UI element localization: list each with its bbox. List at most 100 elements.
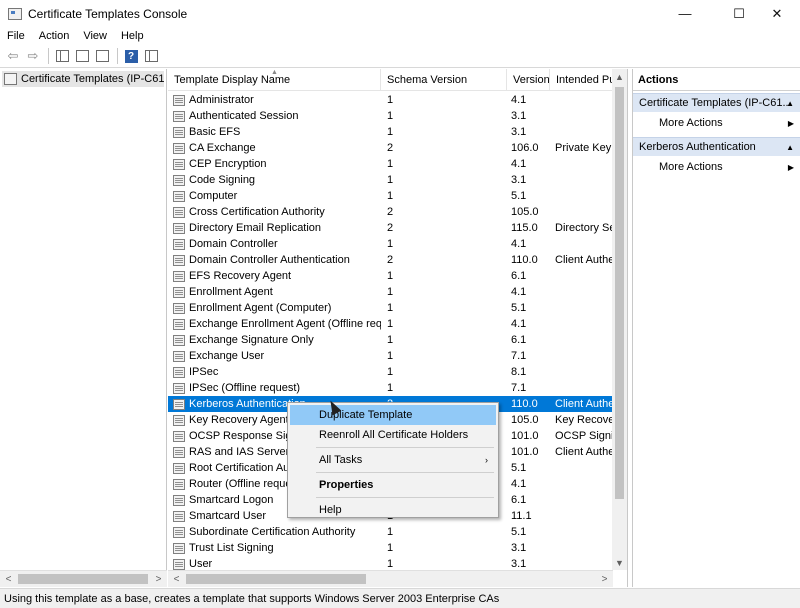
section-label: Kerberos Authentication — [639, 141, 756, 153]
table-row[interactable]: Authenticated Session 1 3.1 — [168, 108, 613, 124]
cell-version: 5.1 — [511, 302, 527, 314]
action-more-actions[interactable]: More Actions ▶ — [633, 156, 800, 179]
table-row[interactable]: Subordinate Certification Authority 1 5.1 — [168, 524, 613, 540]
cell-name: Cross Certification Authority — [168, 204, 381, 220]
cell-name: CA Exchange — [168, 140, 381, 156]
cell-intended-purpose — [550, 508, 613, 524]
cell-intended-purpose — [550, 348, 613, 364]
scroll-up-icon[interactable]: ▲ — [612, 69, 627, 84]
cell-version: 105.0 — [511, 206, 539, 218]
scroll-thumb[interactable] — [186, 574, 366, 584]
table-row[interactable]: IPSec (Offline request) 1 7.1 — [168, 380, 613, 396]
certificate-template-icon — [173, 510, 185, 522]
cell-intended-purpose — [550, 316, 613, 332]
menu-view[interactable]: View — [76, 30, 114, 42]
minimize-button[interactable]: — — [662, 0, 708, 27]
show-hide-action-pane-icon[interactable] — [142, 47, 160, 65]
cell-schema-version: 2 — [387, 222, 394, 234]
help-icon[interactable]: ? — [122, 47, 140, 65]
table-row[interactable]: Exchange Enrollment Agent (Offline requ.… — [168, 316, 613, 332]
cell-intended-purpose: OCSP Signin — [555, 430, 613, 442]
table-row[interactable]: Cross Certification Authority 2 105.0 — [168, 204, 613, 220]
forward-arrow-icon[interactable]: ⇨ — [24, 47, 42, 65]
certificate-template-icon — [173, 126, 185, 138]
menu-file[interactable]: File — [0, 30, 32, 42]
scroll-right-icon[interactable]: > — [151, 572, 166, 587]
close-button[interactable]: ✕ — [754, 0, 800, 27]
template-name: Administrator — [189, 94, 254, 106]
menu-action[interactable]: Action — [32, 30, 77, 42]
table-row[interactable]: EFS Recovery Agent 1 6.1 — [168, 268, 613, 284]
action-more-actions[interactable]: More Actions ▶ — [633, 112, 800, 135]
template-name: Trust List Signing — [189, 542, 274, 554]
menu-help[interactable]: Help — [114, 30, 151, 42]
cell-intended-purpose: Key Recovery — [555, 414, 613, 426]
scroll-thumb[interactable] — [18, 574, 148, 584]
actions-section-kerberos-authentication[interactable]: Kerberos Authentication ▲ — [633, 137, 800, 156]
table-row[interactable]: IPSec 1 8.1 — [168, 364, 613, 380]
menu-item-label: Properties — [319, 479, 374, 491]
table-row[interactable]: Trust List Signing 1 3.1 — [168, 540, 613, 556]
cell-version: 5.1 — [511, 526, 527, 538]
scroll-left-icon[interactable]: < — [169, 572, 184, 587]
column-header-schema[interactable]: Schema Version — [381, 69, 507, 91]
context-menu: Duplicate Template Reenroll All Certifica… — [287, 402, 499, 518]
template-name: Domain Controller — [189, 238, 278, 250]
cell-schema-version: 1 — [387, 526, 394, 538]
table-row[interactable]: Basic EFS 1 3.1 — [168, 124, 613, 140]
scroll-thumb[interactable] — [615, 87, 624, 499]
context-menu-item-reenroll-all-certificate-holders[interactable]: Reenroll All Certificate Holders — [290, 425, 496, 445]
table-row[interactable]: Directory Email Replication 2 115.0 Directo… — [168, 220, 613, 236]
cell-version: 101.0 — [511, 446, 539, 458]
actions-section-certificate-templates[interactable]: Certificate Templates (IP-C61... ▲ — [633, 93, 800, 112]
cell-intended-purpose — [550, 92, 613, 108]
properties-icon[interactable] — [73, 47, 91, 65]
scroll-left-icon[interactable]: < — [1, 572, 16, 587]
table-row[interactable]: Administrator 1 4.1 — [168, 92, 613, 108]
certificate-template-icon — [173, 382, 185, 394]
table-row[interactable]: Enrollment Agent (Computer) 1 5.1 — [168, 300, 613, 316]
certificate-template-icon — [173, 478, 185, 490]
certificate-templates-icon — [4, 73, 17, 85]
column-header-version[interactable]: Version — [507, 69, 550, 91]
cell-schema-version: 1 — [387, 126, 394, 138]
template-name: Authenticated Session — [189, 110, 299, 122]
table-row[interactable]: Code Signing 1 3.1 — [168, 172, 613, 188]
collapse-caret-icon[interactable]: ▲ — [786, 94, 794, 112]
tree-horizontal-scrollbar[interactable]: < > — [0, 570, 167, 587]
table-row[interactable]: CA Exchange 2 106.0 Private Key A — [168, 140, 613, 156]
list-horizontal-scrollbar[interactable]: < > — [168, 570, 613, 587]
context-menu-item-all-tasks[interactable]: All Tasks › — [290, 450, 496, 470]
cell-version: 3.1 — [511, 174, 527, 186]
column-header-purpose[interactable]: Intended Pur — [550, 69, 613, 91]
template-name: Domain Controller Authentication — [189, 254, 350, 266]
context-menu-item-help[interactable]: Help — [290, 500, 496, 520]
template-name: Enrollment Agent — [189, 286, 273, 298]
table-row[interactable]: Computer 1 5.1 — [168, 188, 613, 204]
table-row[interactable]: Domain Controller 1 4.1 — [168, 236, 613, 252]
list-vertical-scrollbar[interactable]: ▲ ▼ — [612, 69, 627, 570]
table-row[interactable]: Exchange User 1 7.1 — [168, 348, 613, 364]
menu-separator — [316, 497, 494, 498]
context-menu-item-properties[interactable]: Properties — [290, 475, 496, 495]
show-hide-console-tree-icon[interactable] — [53, 47, 71, 65]
table-row[interactable]: CEP Encryption 1 4.1 — [168, 156, 613, 172]
cell-version: 4.1 — [511, 238, 527, 250]
certificate-template-icon — [173, 526, 185, 538]
cell-name: Exchange Enrollment Agent (Offline requ.… — [168, 316, 381, 332]
export-list-icon[interactable] — [93, 47, 111, 65]
menu-bar: File Action View Help — [0, 27, 800, 45]
tree-item-certificate-templates[interactable]: Certificate Templates (IP-C61 — [2, 71, 164, 87]
back-arrow-icon[interactable]: ⇦ — [4, 47, 22, 65]
certificate-template-icon — [173, 558, 185, 570]
table-row[interactable]: Enrollment Agent 1 4.1 — [168, 284, 613, 300]
table-row[interactable]: Exchange Signature Only 1 6.1 — [168, 332, 613, 348]
toolbar-separator — [48, 48, 49, 64]
scroll-right-icon[interactable]: > — [597, 572, 612, 587]
cell-intended-purpose — [550, 108, 613, 124]
template-name: Enrollment Agent (Computer) — [189, 302, 332, 314]
context-menu-item-duplicate-template[interactable]: Duplicate Template — [290, 405, 496, 425]
table-row[interactable]: Domain Controller Authentication 2 110.0 Cl… — [168, 252, 613, 268]
scroll-down-icon[interactable]: ▼ — [612, 555, 627, 570]
collapse-caret-icon[interactable]: ▲ — [786, 138, 794, 156]
